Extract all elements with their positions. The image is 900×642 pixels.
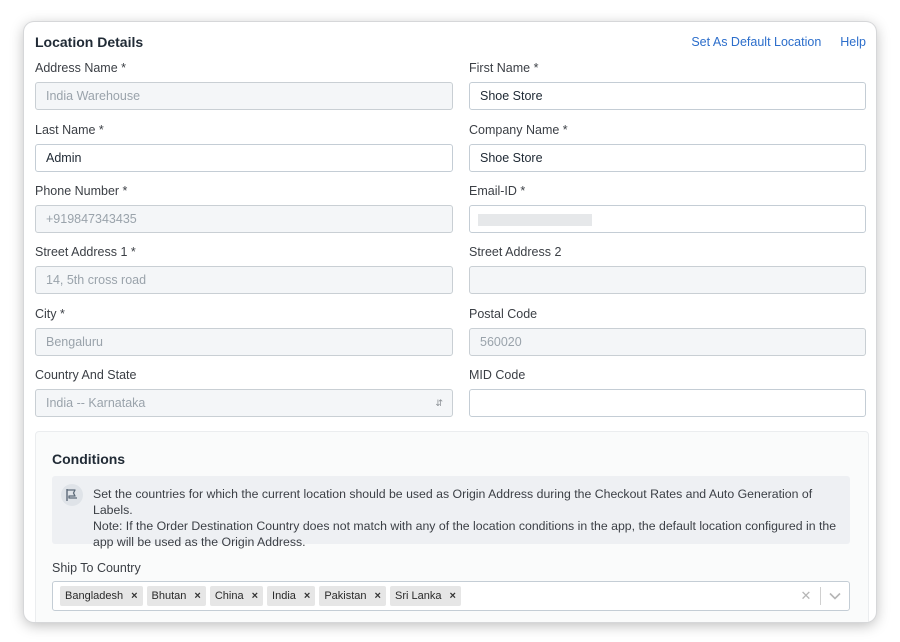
company-name-label: Company Name * <box>469 123 568 137</box>
postal-code-field: Postal Code 560020 <box>469 306 866 356</box>
remove-icon[interactable]: × <box>252 590 258 602</box>
country-state-select[interactable]: India -- Karnataka ⇵ <box>35 389 453 417</box>
ship-to-country-label: Ship To Country <box>52 561 141 575</box>
street-address-2-field: Street Address 2 <box>469 244 866 294</box>
notice-line-1: Set the countries for which the current … <box>93 487 813 517</box>
select-controls: ✕ <box>792 582 849 610</box>
city-input[interactable]: Bengaluru <box>35 328 453 356</box>
last-name-input[interactable]: Admin <box>35 144 453 172</box>
company-name-input[interactable]: Shoe Store <box>469 144 866 172</box>
country-chip: Bangladesh × <box>60 586 143 606</box>
redacted-email-value <box>478 213 592 226</box>
phone-number-field: Phone Number * +919847343435 <box>35 183 453 233</box>
chip-label: Sri Lanka <box>394 590 442 602</box>
last-name-field: Last Name * Admin <box>35 122 453 172</box>
mid-code-label: MID Code <box>469 368 526 382</box>
city-field: City * Bengaluru <box>35 306 453 356</box>
ship-to-country-select[interactable]: Bangladesh × Bhutan × China × India × Pa… <box>52 581 850 611</box>
country-chips: Bangladesh × Bhutan × China × India × Pa… <box>60 586 461 606</box>
remove-icon[interactable]: × <box>449 590 455 602</box>
location-details-card: Location Details Set As Default Location… <box>24 22 876 622</box>
address-name-field: Address Name * India Warehouse <box>35 60 453 110</box>
country-chip: Bhutan × <box>146 586 206 606</box>
remove-icon[interactable]: × <box>194 590 200 602</box>
page-title: Location Details <box>35 34 144 50</box>
mid-code-field: MID Code <box>469 367 866 417</box>
country-chip: Sri Lanka × <box>389 586 461 606</box>
country-chip: China × <box>209 586 264 606</box>
last-name-label: Last Name * <box>35 123 104 137</box>
chip-label: Bhutan <box>151 590 187 602</box>
address-name-input[interactable]: India Warehouse <box>35 82 453 110</box>
postal-code-input[interactable]: 560020 <box>469 328 866 356</box>
email-label: Email-ID * <box>469 184 526 198</box>
country-chip: Pakistan × <box>319 586 386 606</box>
remove-icon[interactable]: × <box>131 590 137 602</box>
remove-icon[interactable]: × <box>304 590 310 602</box>
phone-number-label: Phone Number * <box>35 184 128 198</box>
clear-icon[interactable]: ✕ <box>792 588 820 604</box>
first-name-label: First Name * <box>469 61 539 75</box>
postal-code-label: Postal Code <box>469 307 538 321</box>
mid-code-input[interactable] <box>469 389 866 417</box>
first-name-input[interactable]: Shoe Store <box>469 82 866 110</box>
email-input[interactable] <box>469 205 866 233</box>
chip-label: Pakistan <box>324 590 367 602</box>
street-address-1-label: Street Address 1 * <box>35 245 136 259</box>
conditions-notice: Set the countries for which the current … <box>52 476 850 549</box>
conditions-section: Conditions Set the countries for which t… <box>35 431 869 622</box>
email-field: Email-ID * <box>469 183 866 233</box>
flag-icon <box>61 484 83 506</box>
chip-label: Bangladesh <box>65 590 124 602</box>
set-default-location-link[interactable]: Set As Default Location <box>691 35 821 49</box>
notice-text: Set the countries for which the current … <box>93 486 845 550</box>
country-state-value: India -- Karnataka <box>46 396 146 410</box>
country-chip: India × <box>267 586 316 606</box>
phone-number-input[interactable]: +919847343435 <box>35 205 453 233</box>
help-link[interactable]: Help <box>840 35 866 49</box>
company-name-field: Company Name * Shoe Store <box>469 122 866 172</box>
street-address-2-input[interactable] <box>469 266 866 294</box>
conditions-title: Conditions <box>52 451 126 467</box>
country-state-field: Country And State India -- Karnataka ⇵ <box>35 367 453 417</box>
header-links: Set As Default Location Help <box>691 35 866 49</box>
city-label: City * <box>35 307 65 321</box>
chip-label: India <box>272 590 296 602</box>
country-state-label: Country And State <box>35 368 137 382</box>
street-address-2-label: Street Address 2 <box>469 245 562 259</box>
chip-label: China <box>214 590 244 602</box>
notice-line-2: Note: If the Order Destination Country d… <box>93 519 837 549</box>
first-name-field: First Name * Shoe Store <box>469 60 866 110</box>
street-address-1-field: Street Address 1 * 14, 5th cross road <box>35 244 453 294</box>
remove-icon[interactable]: × <box>375 590 381 602</box>
street-address-1-input[interactable]: 14, 5th cross road <box>35 266 453 294</box>
chevron-down-icon[interactable] <box>821 592 849 600</box>
address-name-label: Address Name * <box>35 61 127 75</box>
select-arrows-icon: ⇵ <box>435 398 443 408</box>
